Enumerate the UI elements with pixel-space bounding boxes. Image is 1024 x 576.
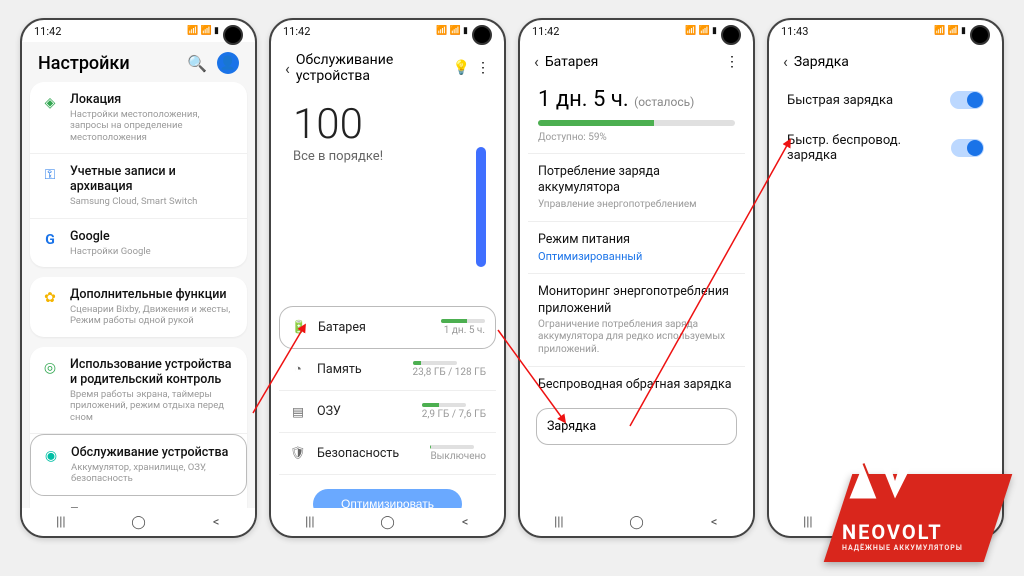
storage-icon: ◔ bbox=[289, 362, 307, 377]
settings-row-accounts[interactable]: ⚿ Учетные записи и архивацияSamsung Clou… bbox=[30, 154, 247, 218]
nav-recent-icon[interactable]: ||| bbox=[46, 515, 76, 530]
app-power-monitor[interactable]: Мониторинг энергопотребления приложений … bbox=[528, 273, 745, 366]
status-time: 11:42 bbox=[283, 25, 310, 38]
settings-row-google[interactable]: G GoogleНастройки Google bbox=[30, 219, 247, 267]
tips-icon[interactable]: 💡 bbox=[453, 60, 470, 76]
nav-bar: ||| ◯ < bbox=[22, 508, 255, 536]
power-mode[interactable]: Режим питания Оптимизированный bbox=[528, 221, 745, 273]
toggle-switch[interactable] bbox=[950, 91, 984, 109]
nav-back-icon[interactable]: < bbox=[450, 515, 480, 530]
status-icons: 📶 📶 ▮ bbox=[934, 26, 990, 36]
device-care-icon: ◉ bbox=[41, 446, 61, 466]
status-time: 11:43 bbox=[781, 25, 808, 38]
phone-battery: 11:42 📶 📶 ▮ ‹ Батарея ⋮ 1 дн. 5 ч. (оста… bbox=[518, 18, 755, 538]
nav-back-icon[interactable]: < bbox=[201, 515, 231, 530]
star-icon: ✿ bbox=[40, 288, 60, 308]
more-icon[interactable]: ⋮ bbox=[725, 54, 739, 70]
nav-recent-icon[interactable]: ||| bbox=[544, 515, 574, 530]
memory-icon: ▤ bbox=[289, 404, 307, 420]
device-care-row-storage[interactable]: ◔ Память 23,8 ГБ / 128 ГБ bbox=[279, 349, 496, 391]
fast-wireless-toggle[interactable]: Быстр. беспровод. зарядка bbox=[777, 121, 994, 175]
page-title: Батарея bbox=[545, 54, 719, 70]
avatar[interactable]: 👤 bbox=[217, 52, 239, 74]
optimize-button[interactable]: Оптимизировать bbox=[313, 489, 462, 508]
neovolt-logo: NEOVOLT НАДЁЖНЫЕ АККУМУЛЯТОРЫ bbox=[818, 452, 998, 562]
back-icon[interactable]: ‹ bbox=[285, 59, 290, 78]
phone-settings: 11:42 📶 📶 ▮ Настройки 🔍 👤 ◈ ЛокацияНастр… bbox=[20, 18, 257, 538]
more-icon[interactable]: ⋮ bbox=[476, 60, 490, 76]
battery-progress bbox=[538, 120, 735, 126]
battery-icon: 🔋 bbox=[290, 320, 308, 335]
battery-usage[interactable]: Потребление заряда аккумулятора Управлен… bbox=[528, 153, 745, 221]
back-icon[interactable]: ‹ bbox=[534, 52, 539, 71]
score: 100 bbox=[279, 92, 496, 149]
fast-charging-toggle[interactable]: Быстрая зарядка bbox=[777, 79, 994, 121]
statusbar: 11:43 📶 📶 ▮ bbox=[769, 20, 1002, 42]
nav-home-icon[interactable]: ◯ bbox=[372, 515, 402, 530]
phone-device-care: 11:42 📶 📶 ▮ ‹ Обслуживание устройства 💡 … bbox=[269, 18, 506, 538]
device-care-row-battery[interactable]: 🔋 Батарея 1 дн. 5 ч. bbox=[279, 306, 496, 349]
nav-recent-icon[interactable]: ||| bbox=[295, 515, 325, 530]
location-icon: ◈ bbox=[40, 93, 60, 113]
wireless-powershare[interactable]: Беспроводная обратная зарядка bbox=[528, 366, 745, 403]
nav-bar: ||| ◯ < bbox=[520, 508, 753, 536]
settings-row-advanced[interactable]: ✿ Дополнительные функцииСценарии Bixby, … bbox=[30, 277, 247, 337]
statusbar: 11:42 📶 📶 ▮ bbox=[22, 20, 255, 42]
nav-home-icon[interactable]: ◯ bbox=[123, 515, 153, 530]
wellbeing-icon: ◎ bbox=[40, 358, 60, 378]
settings-row-wellbeing[interactable]: ◎ Использование устройства и родительски… bbox=[30, 347, 247, 434]
score-sub: Все в порядке! bbox=[279, 149, 496, 176]
page-title: Зарядка bbox=[794, 54, 988, 70]
logo-brand: NEOVOLT bbox=[842, 520, 963, 544]
logo-mark bbox=[846, 460, 916, 502]
google-icon: G bbox=[40, 230, 60, 250]
key-icon: ⚿ bbox=[40, 165, 60, 185]
nav-bar: ||| ◯ < bbox=[271, 508, 504, 536]
battery-remaining: 1 дн. 5 ч. (осталось) bbox=[528, 79, 745, 114]
statusbar: 11:42 📶 📶 ▮ bbox=[271, 20, 504, 42]
page-title: Обслуживание устройства bbox=[296, 52, 447, 84]
nav-back-icon[interactable]: < bbox=[699, 515, 729, 530]
status-time: 11:42 bbox=[34, 25, 61, 38]
search-icon[interactable]: 🔍 bbox=[187, 54, 207, 73]
shield-icon: 🛡 bbox=[289, 446, 307, 461]
score-meter bbox=[476, 147, 486, 267]
nav-home-icon[interactable]: ◯ bbox=[621, 515, 651, 530]
status-icons: 📶 📶 ▮ bbox=[685, 26, 741, 36]
status-icons: 📶 📶 ▮ bbox=[187, 26, 243, 36]
settings-row-location[interactable]: ◈ ЛокацияНастройки местоположения, запро… bbox=[30, 82, 247, 154]
charging-row[interactable]: Зарядка bbox=[536, 408, 737, 445]
toggle-switch[interactable] bbox=[951, 139, 984, 157]
logo-tagline: НАДЁЖНЫЕ АККУМУЛЯТОРЫ bbox=[842, 544, 963, 552]
status-time: 11:42 bbox=[532, 25, 559, 38]
settings-row-device-care[interactable]: ◉ Обслуживание устройстваАккумулятор, хр… bbox=[30, 434, 247, 496]
back-icon[interactable]: ‹ bbox=[783, 52, 788, 71]
status-icons: 📶 📶 ▮ bbox=[436, 26, 492, 36]
page-title: Настройки bbox=[38, 53, 130, 74]
device-care-row-memory[interactable]: ▤ ОЗУ 2,9 ГБ / 7,6 ГБ bbox=[279, 391, 496, 433]
statusbar: 11:42 📶 📶 ▮ bbox=[520, 20, 753, 42]
settings-row-apps[interactable]: ⠿ ПриложенияПриложения по умолчанию, Дис… bbox=[30, 496, 247, 508]
device-care-row-security[interactable]: 🛡 Безопасность Выключено bbox=[279, 433, 496, 475]
battery-available: Доступно: 59% bbox=[528, 132, 745, 153]
